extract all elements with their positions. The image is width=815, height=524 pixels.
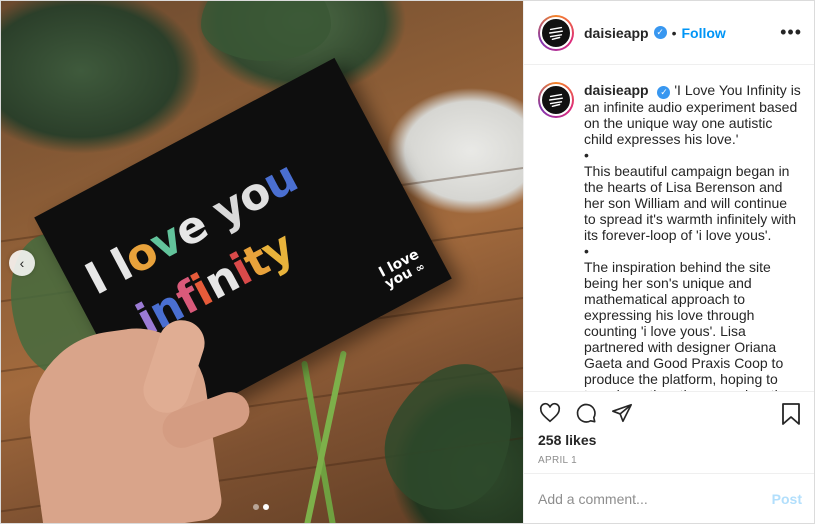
carousel-dots — [253, 504, 269, 510]
comment-button[interactable] — [574, 401, 598, 425]
carousel-dot — [253, 504, 259, 510]
caption-text: daisieapp ✓ 'I Love You Infinity is an i… — [584, 82, 802, 391]
separator: • — [671, 24, 677, 41]
comment-input[interactable] — [538, 490, 772, 507]
previous-slide-button[interactable]: ‹ — [9, 250, 35, 276]
card-logo: I love you ∞ — [376, 246, 428, 293]
action-bar — [524, 391, 814, 433]
post-sidebar: daisieapp ✓ • Follow ••• daisieapp ✓ 'I … — [523, 1, 814, 523]
caption-username[interactable]: daisieapp — [584, 82, 649, 98]
verified-badge-icon: ✓ — [653, 26, 667, 39]
caption-paragraph: • — [584, 242, 589, 259]
likes-count[interactable]: 258 likes — [538, 432, 596, 448]
post-modal: I love you infinity I love you ∞ ‹ daisi… — [0, 0, 815, 524]
heart-icon — [539, 402, 561, 422]
paper-plane-icon — [612, 403, 632, 422]
comment-box: Post — [524, 473, 814, 523]
avatar[interactable] — [538, 14, 574, 51]
post-date[interactable]: APRIL 1 — [538, 455, 577, 466]
share-button[interactable] — [610, 401, 634, 425]
carousel-dot-active — [263, 504, 269, 510]
like-button[interactable] — [538, 401, 562, 425]
caption-area: daisieapp ✓ 'I Love You Infinity is an i… — [524, 66, 814, 391]
bookmark-icon[interactable] — [780, 402, 802, 426]
post-image[interactable]: I love you infinity I love you ∞ ‹ — [1, 1, 523, 523]
post-comment-button[interactable]: Post — [772, 491, 802, 507]
more-options-icon[interactable]: ••• — [780, 23, 802, 41]
post-header: daisieapp ✓ • Follow ••• — [524, 1, 814, 65]
follow-button[interactable]: Follow — [682, 25, 726, 41]
daisie-logo-icon — [548, 93, 564, 108]
daisie-logo-icon — [548, 26, 564, 40]
caption-paragraph: • — [584, 146, 589, 163]
comment-icon — [576, 403, 596, 423]
verified-badge-icon: ✓ — [657, 85, 671, 99]
username[interactable]: daisieapp — [584, 25, 649, 41]
caption-paragraph: The inspiration behind the site being he… — [584, 258, 789, 392]
caption-avatar[interactable] — [538, 82, 574, 118]
chevron-left-icon: ‹ — [19, 255, 25, 271]
caption-paragraph: This beautiful campaign began in the hea… — [584, 162, 796, 243]
